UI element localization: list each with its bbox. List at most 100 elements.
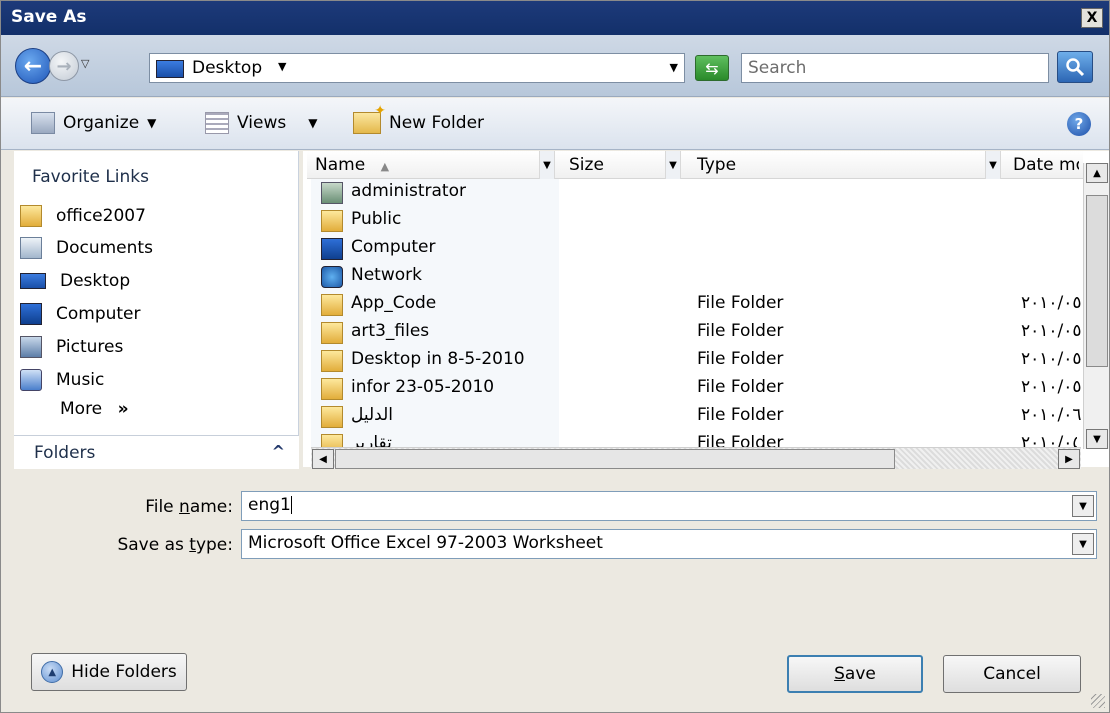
refresh-icon: ⇆ xyxy=(705,58,719,78)
folder-icon xyxy=(321,378,343,400)
file-row[interactable]: الدليل File Folder ٢٠١٠/٠٦ xyxy=(317,403,1081,431)
sort-ascending-icon: ▲ xyxy=(380,160,390,173)
sidebar-item-computer[interactable]: Computer xyxy=(20,299,141,329)
close-button[interactable]: X xyxy=(1081,8,1103,28)
views-label: Views xyxy=(237,113,287,133)
column-header-name[interactable]: Name ▲ xyxy=(315,155,389,175)
new-folder-label: New Folder xyxy=(389,113,485,133)
chevron-down-icon: ▼ xyxy=(147,116,157,130)
sidebar-item-label: office2007 xyxy=(56,206,146,226)
views-icon xyxy=(205,112,229,134)
recent-pages-dropdown-icon[interactable]: ▽ xyxy=(81,57,89,70)
favorite-links-title: Favorite Links xyxy=(32,167,150,187)
resize-grip-icon[interactable] xyxy=(1091,694,1105,708)
sidebar-item-label: Documents xyxy=(56,238,153,258)
chevron-up-icon: ^ xyxy=(271,442,285,461)
address-dropdown-icon[interactable]: ▼ xyxy=(670,61,678,74)
save-as-dialog: Save As X ← → ▽ Desktop ▼ ▼ ⇆ Search Org… xyxy=(0,0,1110,713)
views-button[interactable]: Views ▼ xyxy=(205,112,317,134)
column-dropdown-icon[interactable]: ▼ xyxy=(985,151,1001,179)
file-row[interactable]: Network xyxy=(317,263,1077,291)
file-type: File Folder xyxy=(697,377,784,397)
sidebar-item-office2007[interactable]: office2007 xyxy=(20,201,146,231)
vertical-scrollbar[interactable]: ▲ ▼ xyxy=(1083,163,1109,449)
more-label: More xyxy=(60,399,103,419)
file-date: ٢٠١٠/٠٥ xyxy=(1021,433,1077,447)
sidebar-item-music[interactable]: Music xyxy=(20,365,104,395)
file-row[interactable]: infor 23-05-2010 File Folder ٢٠١٠/٠٥ xyxy=(317,375,1081,403)
file-row[interactable]: administrator xyxy=(317,179,1077,207)
scroll-up-icon[interactable]: ▲ xyxy=(1086,163,1108,183)
command-toolbar: Organize ▼ Views ▼ New Folder ? xyxy=(1,98,1109,150)
file-name-label: File name: xyxy=(145,497,233,517)
search-button[interactable] xyxy=(1057,51,1093,83)
chevron-down-icon: ▼ xyxy=(308,116,318,130)
breadcrumb-arrow-icon[interactable]: ▼ xyxy=(278,60,286,73)
file-name: الدليل xyxy=(351,405,394,425)
folder-icon xyxy=(321,210,343,232)
save-type-select[interactable]: Microsoft Office Excel 97-2003 Worksheet… xyxy=(241,529,1097,559)
sidebar-item-desktop[interactable]: Desktop xyxy=(20,266,130,296)
horizontal-scrollbar[interactable]: ◀ ▶ xyxy=(311,447,1081,469)
address-bar[interactable]: Desktop ▼ ▼ xyxy=(149,53,685,83)
back-arrow-icon: ← xyxy=(23,53,43,79)
forward-button[interactable]: → xyxy=(49,51,79,81)
hide-folders-label: Hide Folders xyxy=(71,662,177,682)
scroll-right-icon[interactable]: ▶ xyxy=(1058,449,1080,469)
refresh-button[interactable]: ⇆ xyxy=(695,55,729,81)
column-header-date[interactable]: Date mo xyxy=(1013,155,1079,175)
chevron-up-icon: ▲ xyxy=(41,661,64,683)
organize-button[interactable]: Organize ▼ xyxy=(31,112,156,134)
file-date: ٢٠١٠/٠٦ xyxy=(1021,405,1081,425)
search-input[interactable]: Search xyxy=(741,53,1049,83)
sidebar-item-pictures[interactable]: Pictures xyxy=(20,332,123,362)
file-row[interactable]: art3_files File Folder ٢٠١٠/٠٥ xyxy=(317,319,1081,347)
chevron-down-icon[interactable]: ▼ xyxy=(1072,533,1094,555)
new-folder-button[interactable]: New Folder xyxy=(353,103,485,134)
computer-icon xyxy=(321,238,343,260)
scroll-down-icon[interactable]: ▼ xyxy=(1086,429,1108,449)
folder-icon xyxy=(321,322,343,344)
file-row[interactable]: Computer xyxy=(317,235,1077,263)
column-header-size[interactable]: Size xyxy=(569,155,604,175)
file-name: Network xyxy=(351,265,422,285)
address-location[interactable]: Desktop xyxy=(192,58,262,78)
organize-icon xyxy=(31,112,55,134)
folders-toggle[interactable]: Folders ^ xyxy=(14,435,299,469)
column-dropdown-icon[interactable]: ▼ xyxy=(539,151,555,179)
back-button[interactable]: ← xyxy=(15,48,51,84)
file-type: File Folder xyxy=(697,293,784,313)
column-header-type[interactable]: Type xyxy=(697,155,736,175)
computer-icon xyxy=(20,303,42,325)
scroll-left-icon[interactable]: ◀ xyxy=(312,449,334,469)
file-date: ٢٠١٠/٠٥ xyxy=(1021,321,1081,341)
organize-label: Organize xyxy=(63,113,140,133)
text-cursor xyxy=(290,496,292,514)
file-name: Computer xyxy=(351,237,436,257)
chevron-down-icon[interactable]: ▼ xyxy=(1072,495,1094,517)
sidebar-item-label: Desktop xyxy=(60,271,131,291)
sidebar-item-documents[interactable]: Documents xyxy=(20,233,153,263)
title-bar: Save As X xyxy=(1,1,1109,35)
vertical-scroll-thumb[interactable] xyxy=(1086,195,1108,367)
save-button[interactable]: Save xyxy=(787,655,923,693)
column-name-label: Name xyxy=(315,155,366,175)
file-row[interactable]: App_Code File Folder ٢٠١٠/٠٥ xyxy=(317,291,1081,319)
pictures-icon xyxy=(20,336,42,358)
help-icon[interactable]: ? xyxy=(1067,112,1091,136)
horizontal-scroll-thumb[interactable] xyxy=(335,449,895,469)
file-row[interactable]: Desktop in 8-5-2010 File Folder ٢٠١٠/٠٥ xyxy=(317,347,1081,375)
more-links-button[interactable]: More » xyxy=(60,399,129,419)
file-name-input[interactable]: eng1 ▼ xyxy=(241,491,1097,521)
file-name: Desktop in 8-5-2010 xyxy=(351,349,525,369)
file-row[interactable]: تقارير File Folder ٢٠١٠/٠٥ xyxy=(317,431,1077,447)
desktop-icon xyxy=(156,60,184,78)
new-folder-icon xyxy=(353,103,386,134)
save-type-value: Microsoft Office Excel 97-2003 Worksheet xyxy=(248,533,603,553)
file-name: art3_files xyxy=(351,321,430,341)
hide-folders-button[interactable]: ▲ Hide Folders xyxy=(31,653,187,691)
column-dropdown-icon[interactable]: ▼ xyxy=(665,151,681,179)
file-row[interactable]: Public xyxy=(317,207,1077,235)
sidebar-item-label: Computer xyxy=(56,304,141,324)
cancel-button[interactable]: Cancel xyxy=(943,655,1081,693)
